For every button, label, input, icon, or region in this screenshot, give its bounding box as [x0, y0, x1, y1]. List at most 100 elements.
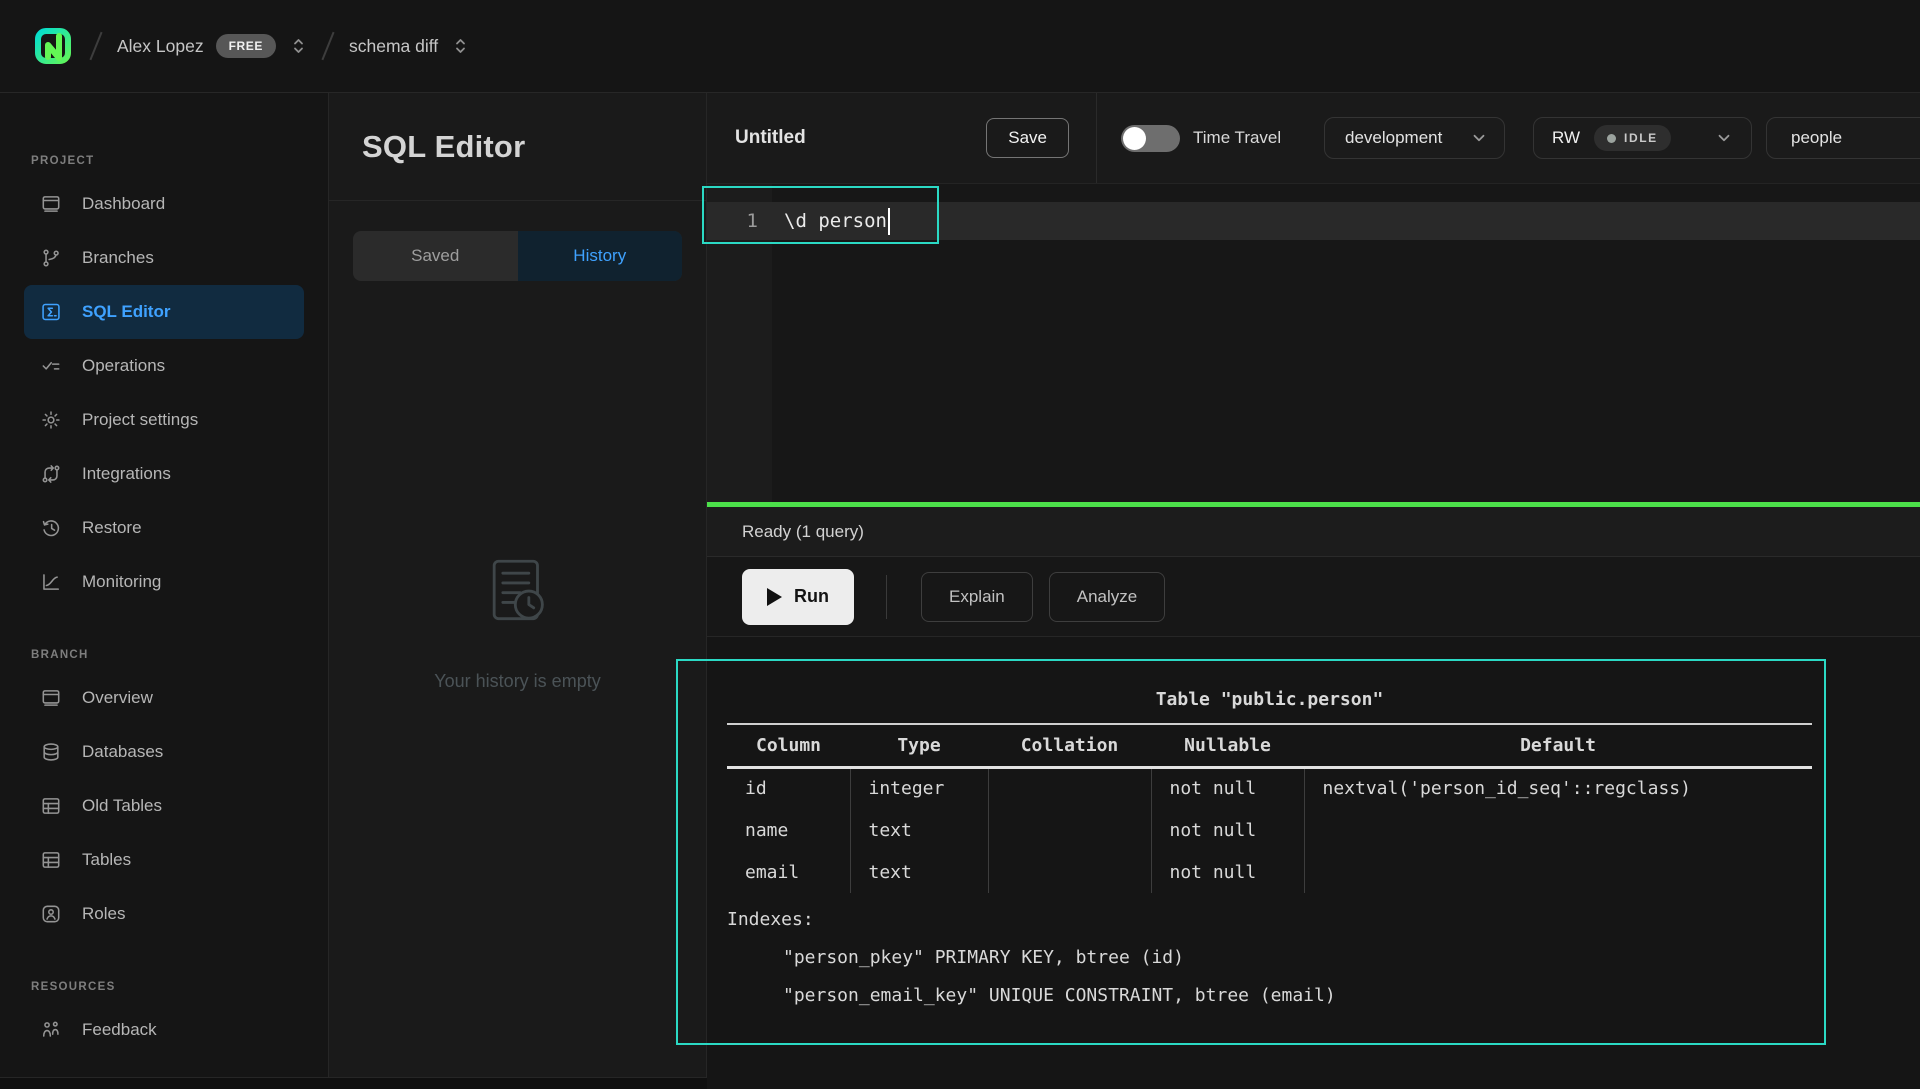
- branch-selector-value: development: [1345, 128, 1442, 148]
- sidebar-item-label: Project settings: [82, 410, 198, 430]
- org-switcher-caret-icon[interactable]: [290, 35, 307, 57]
- plan-badge: FREE: [216, 34, 276, 58]
- save-button[interactable]: Save: [986, 118, 1069, 158]
- time-travel-toggle[interactable]: [1121, 125, 1180, 152]
- result-column-header: Column: [727, 724, 850, 767]
- result-table-title: Table "public.person": [727, 689, 1812, 710]
- sidebar-item-integrations[interactable]: Integrations: [24, 447, 304, 501]
- analyze-button[interactable]: Analyze: [1049, 572, 1165, 622]
- result-cell: not null: [1151, 809, 1304, 851]
- branches-icon: [40, 247, 62, 269]
- sidebar-item-restore[interactable]: Restore: [24, 501, 304, 555]
- endpoint-status-badge: IDLE: [1594, 125, 1671, 151]
- result-cell: not null: [1151, 767, 1304, 809]
- status-dot-icon: [1607, 134, 1616, 143]
- sidebar-item-label: Operations: [82, 356, 165, 376]
- table-icon: [40, 795, 62, 817]
- history-empty-state: Your history is empty: [329, 281, 706, 1089]
- sidebar-item-label: Integrations: [82, 464, 171, 484]
- result-cell: text: [850, 851, 988, 893]
- query-workspace: Untitled Save Time Travel development RW: [707, 93, 1920, 1089]
- result-column-header: Type: [850, 724, 988, 767]
- gear-icon: [40, 409, 62, 431]
- result-cell: email: [727, 851, 850, 893]
- sidebar-item-label: Roles: [82, 904, 125, 924]
- operations-icon: [40, 355, 62, 377]
- breadcrumb-project[interactable]: schema diff: [349, 36, 438, 57]
- psql-output: Table "public.person" ColumnTypeCollatio…: [727, 689, 1812, 1015]
- result-cell: nextval('person_id_seq'::regclass): [1304, 767, 1812, 809]
- sidebar-item-label: Branches: [82, 248, 154, 268]
- overview-icon: [40, 687, 62, 709]
- query-actions: Run Explain Analyze: [707, 557, 1920, 637]
- sidebar-section-label: PROJECT: [31, 155, 328, 167]
- sidebar-item-roles[interactable]: Roles: [24, 887, 304, 941]
- sidebar-item-dashboard[interactable]: Dashboard: [24, 177, 304, 231]
- sql-code-editor[interactable]: 1 \d person: [707, 184, 1920, 502]
- sidebar-section-label: RESOURCES: [31, 981, 328, 993]
- database-icon: [40, 741, 62, 763]
- database-selector[interactable]: people: [1766, 117, 1920, 159]
- history-tabs: Saved History: [353, 231, 682, 281]
- result-cell: [988, 809, 1151, 851]
- chevron-down-icon: [1470, 129, 1488, 147]
- breadcrumb-org[interactable]: Alex Lopez: [117, 36, 204, 57]
- result-cell: [1304, 851, 1812, 893]
- result-column-header: Collation: [988, 724, 1151, 767]
- text-cursor: [888, 208, 890, 235]
- query-title[interactable]: Untitled: [735, 127, 806, 149]
- table-row: nametextnot null: [727, 809, 1812, 851]
- result-table-header-row: ColumnTypeCollationNullableDefault: [727, 724, 1812, 767]
- editor-active-line[interactable]: 1 \d person: [707, 202, 1920, 240]
- sidebar-item-branches[interactable]: Branches: [24, 231, 304, 285]
- sidebar-item-label: Old Tables: [82, 796, 162, 816]
- run-button[interactable]: Run: [742, 569, 854, 625]
- indexes-label: Indexes:: [727, 901, 1812, 939]
- sidebar-item-project-settings[interactable]: Project settings: [24, 393, 304, 447]
- top-bar: Alex Lopez FREE schema diff: [0, 0, 1920, 93]
- sql-editor-icon: [40, 301, 62, 323]
- dashboard-icon: [40, 193, 62, 215]
- sql-query-text: \d person: [784, 210, 887, 232]
- sidebar-item-monitoring[interactable]: Monitoring: [24, 555, 304, 609]
- result-cell: [988, 767, 1151, 809]
- sidebar-item-sql-editor[interactable]: SQL Editor: [24, 285, 304, 339]
- project-switcher-caret-icon[interactable]: [452, 35, 469, 57]
- neon-logo-icon[interactable]: [31, 24, 75, 68]
- sidebar-item-label: Restore: [82, 518, 142, 538]
- sidebar-item-old-tables[interactable]: Old Tables: [24, 779, 304, 833]
- sidebar-item-operations[interactable]: Operations: [24, 339, 304, 393]
- indexes-block: Indexes: "person_pkey" PRIMARY KEY, btre…: [727, 901, 1812, 1015]
- sidebar-item-label: Tables: [82, 850, 131, 870]
- branch-selector[interactable]: development: [1324, 117, 1505, 159]
- explain-button[interactable]: Explain: [921, 572, 1033, 622]
- workspace-header: Untitled Save Time Travel development RW: [707, 93, 1920, 184]
- sidebar-item-overview[interactable]: Overview: [24, 671, 304, 725]
- neon-console: Alex Lopez FREE schema diff PROJECT Dashb…: [0, 0, 1920, 1089]
- sidebar-nav: PROJECT Dashboard Branches SQL Editor Operat…: [0, 93, 329, 1089]
- breadcrumb-separator: [321, 32, 334, 61]
- query-results: Table "public.person" ColumnTypeCollatio…: [707, 637, 1920, 1089]
- endpoint-mode: RW: [1552, 128, 1580, 148]
- table-row: idintegernot nullnextval('person_id_seq'…: [727, 767, 1812, 809]
- sidebar-item-databases[interactable]: Databases: [24, 725, 304, 779]
- history-empty-icon: [487, 558, 549, 641]
- query-status-bar: Ready (1 query): [707, 507, 1920, 557]
- time-travel-label: Time Travel: [1193, 128, 1305, 148]
- sidebar-item-tables[interactable]: Tables: [24, 833, 304, 887]
- index-line: "person_email_key" UNIQUE CONSTRAINT, bt…: [727, 977, 1812, 1015]
- result-cell: id: [727, 767, 850, 809]
- sidebar-item-label: Databases: [82, 742, 163, 762]
- tab-saved[interactable]: Saved: [353, 231, 518, 281]
- tab-history[interactable]: History: [518, 231, 683, 281]
- status-text: Ready (1 query): [742, 522, 864, 542]
- result-cell: [1304, 809, 1812, 851]
- result-cell: name: [727, 809, 850, 851]
- endpoint-selector[interactable]: RW IDLE: [1533, 117, 1752, 159]
- sidebar-section-label: BRANCH: [31, 649, 328, 661]
- sidebar-item-label: Dashboard: [82, 194, 165, 214]
- result-table: ColumnTypeCollationNullableDefault idint…: [727, 723, 1812, 893]
- result-table-body: idintegernot nullnextval('person_id_seq'…: [727, 767, 1812, 893]
- sidebar-item-feedback[interactable]: Feedback: [24, 1003, 304, 1057]
- header-divider: [1096, 93, 1097, 183]
